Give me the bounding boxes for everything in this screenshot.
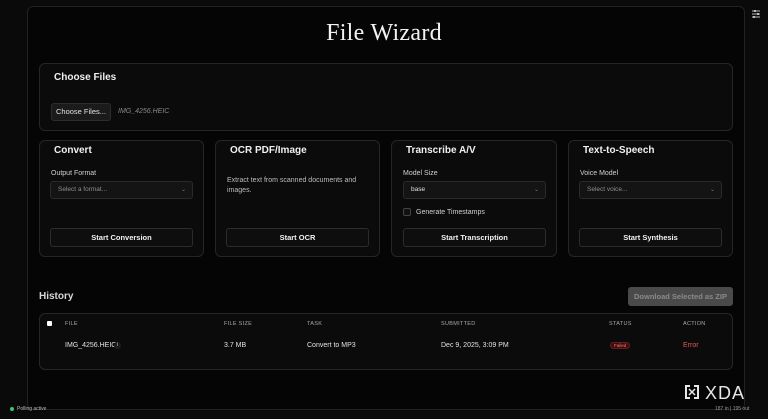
- column-header-task: TASK: [307, 321, 323, 327]
- transcribe-title: Transcribe A/V: [406, 145, 476, 156]
- row-submitted: Dec 9, 2025, 3:09 PM: [441, 342, 509, 349]
- chevron-down-icon: ⌄: [533, 187, 539, 193]
- chevron-down-icon: ⌄: [709, 187, 715, 193]
- selected-file-name: IMG_4256.HEIC: [118, 108, 170, 115]
- polling-status-icon: [10, 407, 14, 411]
- tts-title: Text-to-Speech: [583, 145, 655, 156]
- start-transcription-button[interactable]: Start Transcription: [403, 228, 546, 247]
- settings-sliders-icon[interactable]: [751, 9, 761, 19]
- choose-files-panel: [39, 63, 733, 131]
- select-all-checkbox[interactable]: [47, 321, 52, 326]
- status-badge: Failed: [610, 342, 631, 349]
- choose-files-title: Choose Files: [54, 72, 117, 83]
- start-synthesis-button[interactable]: Start Synthesis: [579, 228, 722, 247]
- generate-timestamps-label: Generate Timestamps: [416, 209, 485, 216]
- row-task: Convert to MP3: [307, 342, 356, 349]
- column-header-status: STATUS: [609, 321, 632, 327]
- polling-status-text: Polling active: [17, 406, 47, 412]
- output-format-select-value: Select a format...: [58, 186, 108, 193]
- ocr-title: OCR PDF/Image: [230, 145, 307, 156]
- output-format-label: Output Format: [51, 170, 97, 177]
- voice-model-select[interactable]: Select voice... ⌄: [579, 181, 722, 199]
- watermark-text: XDA: [705, 383, 746, 403]
- page-title: File Wizard: [326, 20, 442, 46]
- convert-title: Convert: [54, 145, 92, 156]
- info-icon[interactable]: i: [114, 342, 121, 349]
- model-size-select-value: base: [411, 186, 426, 193]
- xda-logo-icon: [685, 385, 699, 399]
- voice-model-select-value: Select voice...: [587, 186, 628, 193]
- row-file-name: IMG_4256.HEIC: [65, 342, 117, 349]
- start-conversion-button[interactable]: Start Conversion: [50, 228, 193, 247]
- output-format-select[interactable]: Select a format... ⌄: [50, 181, 193, 199]
- history-title: History: [39, 291, 74, 302]
- choose-files-button[interactable]: Choose Files...: [51, 103, 111, 121]
- generate-timestamps-checkbox[interactable]: [403, 208, 411, 216]
- xda-watermark: XDA: [683, 383, 761, 405]
- io-counts: 187 in | 195 out: [715, 406, 750, 412]
- chevron-down-icon: ⌄: [180, 187, 186, 193]
- model-size-select[interactable]: base ⌄: [403, 181, 546, 199]
- voice-model-label: Voice Model: [580, 170, 619, 177]
- column-header-file: FILE: [65, 321, 78, 327]
- model-size-label: Model Size: [403, 170, 438, 177]
- error-action-link[interactable]: Error: [683, 342, 699, 349]
- row-file-size: 3.7 MB: [224, 342, 247, 349]
- download-zip-button[interactable]: Download Selected as ZIP: [628, 287, 733, 306]
- start-ocr-button[interactable]: Start OCR: [226, 228, 369, 247]
- ocr-description: Extract text from scanned documents and …: [227, 177, 357, 194]
- column-header-submitted: SUBMITTED: [441, 321, 476, 327]
- column-header-action: ACTION: [683, 321, 706, 327]
- column-header-file-size: FILE SIZE: [224, 321, 253, 327]
